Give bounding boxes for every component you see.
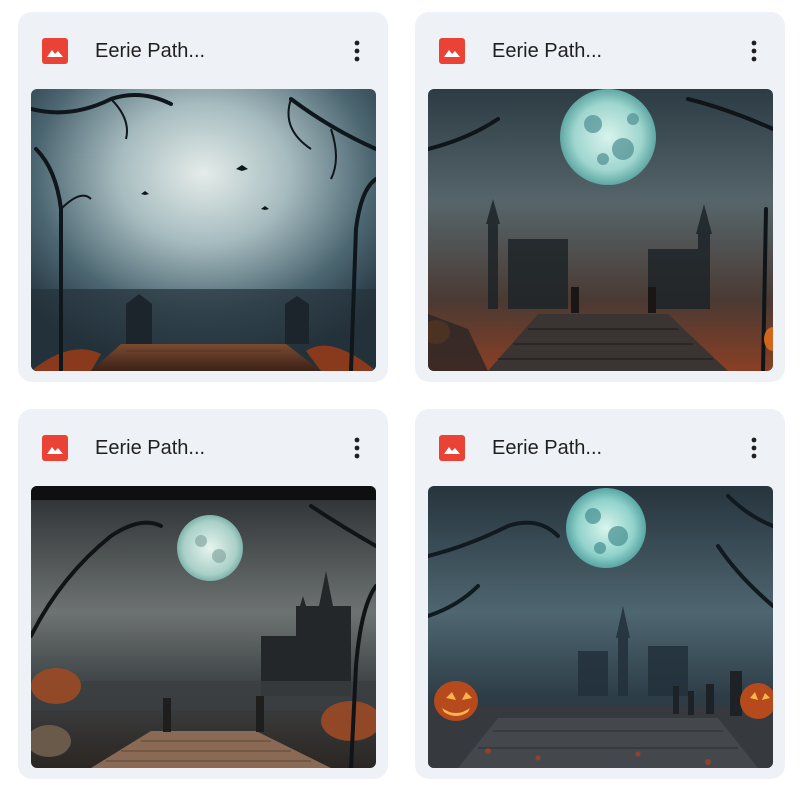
file-card[interactable]: Eerie Path... [18,409,388,779]
thumbnail-image [428,486,773,768]
thumbnail-image [31,486,376,768]
more-options-button[interactable] [340,34,374,68]
more-vert-icon [354,437,360,459]
more-options-button[interactable] [340,431,374,465]
image-file-icon [42,38,68,64]
file-thumbnail[interactable] [31,486,376,768]
file-card-header: Eerie Path... [415,409,785,485]
image-file-icon [42,435,68,461]
file-card-header: Eerie Path... [18,409,388,485]
file-card[interactable]: Eerie Path... [18,12,388,382]
more-options-button[interactable] [737,34,771,68]
more-vert-icon [751,40,757,62]
thumbnail-image [31,89,376,371]
file-card[interactable]: Eerie Path... [415,409,785,779]
thumbnail-image [428,89,773,371]
file-thumbnail[interactable] [428,89,773,371]
more-vert-icon [354,40,360,62]
more-options-button[interactable] [737,431,771,465]
file-card-header: Eerie Path... [18,12,388,88]
file-thumbnail[interactable] [31,89,376,371]
file-grid: Eerie Path... Eerie Path... Eerie Path..… [0,0,804,804]
file-title: Eerie Path... [95,40,206,62]
file-card[interactable]: Eerie Path... [415,12,785,382]
image-file-icon [439,435,465,461]
file-title: Eerie Path... [492,40,603,62]
image-file-icon [439,38,465,64]
file-card-header: Eerie Path... [415,12,785,88]
file-thumbnail[interactable] [428,486,773,768]
file-title: Eerie Path... [95,437,206,459]
more-vert-icon [751,437,757,459]
file-title: Eerie Path... [492,437,603,459]
